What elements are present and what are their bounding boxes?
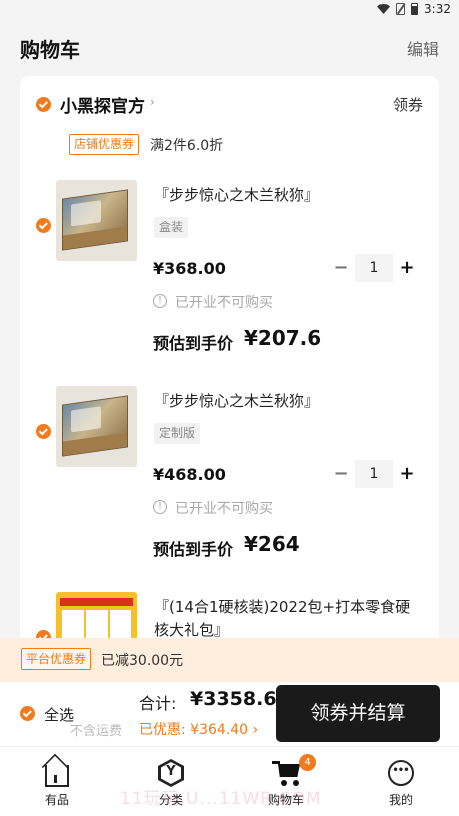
- item-price: ¥368.00: [153, 259, 226, 278]
- tab-cart[interactable]: 4 购物车: [251, 754, 321, 808]
- shop-name[interactable]: 小黑探官方: [60, 92, 145, 117]
- shop-card: 小黑探官方 › 领券 店铺优惠券 满2件6.0折 『步步惊心之木兰秋狝』 盒装 …: [20, 76, 439, 656]
- decrease-button[interactable]: −: [327, 460, 355, 488]
- item-title[interactable]: 『(14合1硬核装)2022包+打本零食硬核大礼包』: [154, 596, 424, 642]
- checkout-button[interactable]: 领券并结算: [276, 685, 440, 742]
- estimate-label: 预估到手价: [153, 540, 234, 559]
- decrease-button[interactable]: −: [327, 254, 355, 282]
- info-icon: !: [153, 500, 167, 514]
- cart-icon: [272, 759, 300, 787]
- item-variant[interactable]: 定制版: [154, 423, 201, 444]
- tab-home[interactable]: 有品: [22, 759, 92, 808]
- estimate-price: ¥264: [244, 532, 300, 556]
- cart-item: 『步步惊心之木兰秋狝』 盒装 ¥368.00 − 1 + ! 已开业不可购买 预…: [20, 180, 439, 370]
- page-title: 购物车: [20, 38, 80, 62]
- quantity-input[interactable]: 1: [355, 460, 393, 488]
- item-checkbox-icon[interactable]: [36, 424, 51, 439]
- info-icon: !: [153, 294, 167, 308]
- tab-category[interactable]: 分类: [136, 759, 206, 808]
- select-all-checkbox-icon[interactable]: [20, 706, 35, 721]
- platform-coupon-text: 已减30.00元: [101, 653, 184, 669]
- total-value: ¥3358.6: [190, 688, 277, 710]
- tab-bar: 有品 分类 4 购物车 我的: [0, 746, 459, 816]
- shop-checkbox-icon[interactable]: [36, 97, 51, 112]
- discount-detail-link[interactable]: 已优惠: ¥364.40 ›: [139, 719, 258, 739]
- increase-button[interactable]: +: [393, 460, 421, 488]
- battery-icon: [411, 3, 419, 15]
- tab-label: 我的: [388, 793, 413, 807]
- item-checkbox-icon[interactable]: [36, 218, 51, 233]
- quantity-input[interactable]: 1: [355, 254, 393, 282]
- profile-icon: [387, 759, 415, 787]
- estimate-label: 预估到手价: [153, 334, 234, 353]
- shop-coupon-tag: 店铺优惠券: [69, 134, 140, 155]
- platform-coupon-bar[interactable]: 平台优惠券 已减30.00元: [0, 638, 459, 682]
- item-price: ¥468.00: [153, 465, 226, 484]
- shop-coupon-text: 满2件6.0折: [150, 138, 224, 154]
- quantity-stepper: − 1 +: [327, 460, 423, 488]
- home-icon: [43, 759, 71, 787]
- header: 购物车 编辑: [0, 30, 459, 64]
- wifi-icon: [377, 4, 391, 14]
- tab-label: 分类: [158, 793, 183, 807]
- item-variant[interactable]: 盒装: [154, 217, 189, 238]
- tab-label: 购物车: [267, 793, 304, 807]
- get-coupon-button[interactable]: 领券: [393, 94, 423, 115]
- platform-coupon-tag: 平台优惠券: [21, 648, 92, 670]
- cart-item: 『步步惊心之木兰秋狝』 定制版 ¥468.00 − 1 + ! 已开业不可购买 …: [20, 386, 439, 576]
- product-image[interactable]: [56, 386, 137, 467]
- chevron-right-icon[interactable]: ›: [150, 95, 155, 109]
- total-label: 合计:: [139, 694, 177, 713]
- product-image[interactable]: [56, 180, 137, 261]
- item-notice: 已开业不可购买: [175, 295, 273, 311]
- tab-label: 有品: [44, 793, 69, 807]
- tab-profile[interactable]: 我的: [366, 759, 436, 808]
- no-sim-icon: [396, 3, 406, 15]
- item-title[interactable]: 『步步惊心之木兰秋狝』: [154, 184, 424, 207]
- cart-badge: 4: [299, 754, 316, 771]
- estimate-price: ¥207.6: [244, 326, 322, 350]
- item-notice: 已开业不可购买: [175, 501, 273, 517]
- increase-button[interactable]: +: [393, 254, 421, 282]
- status-bar: 3:32: [0, 0, 459, 18]
- item-title[interactable]: 『步步惊心之木兰秋狝』: [154, 390, 424, 413]
- category-icon: [157, 759, 185, 787]
- edit-button[interactable]: 编辑: [407, 36, 439, 60]
- status-time: 3:32: [424, 2, 451, 16]
- checkout-bar: 全选 合计: ¥3358.6 不含运费 已优惠: ¥364.40 › 领券并结算: [0, 682, 459, 746]
- shipping-note: 不含运费: [70, 724, 123, 739]
- quantity-stepper: − 1 +: [327, 254, 423, 282]
